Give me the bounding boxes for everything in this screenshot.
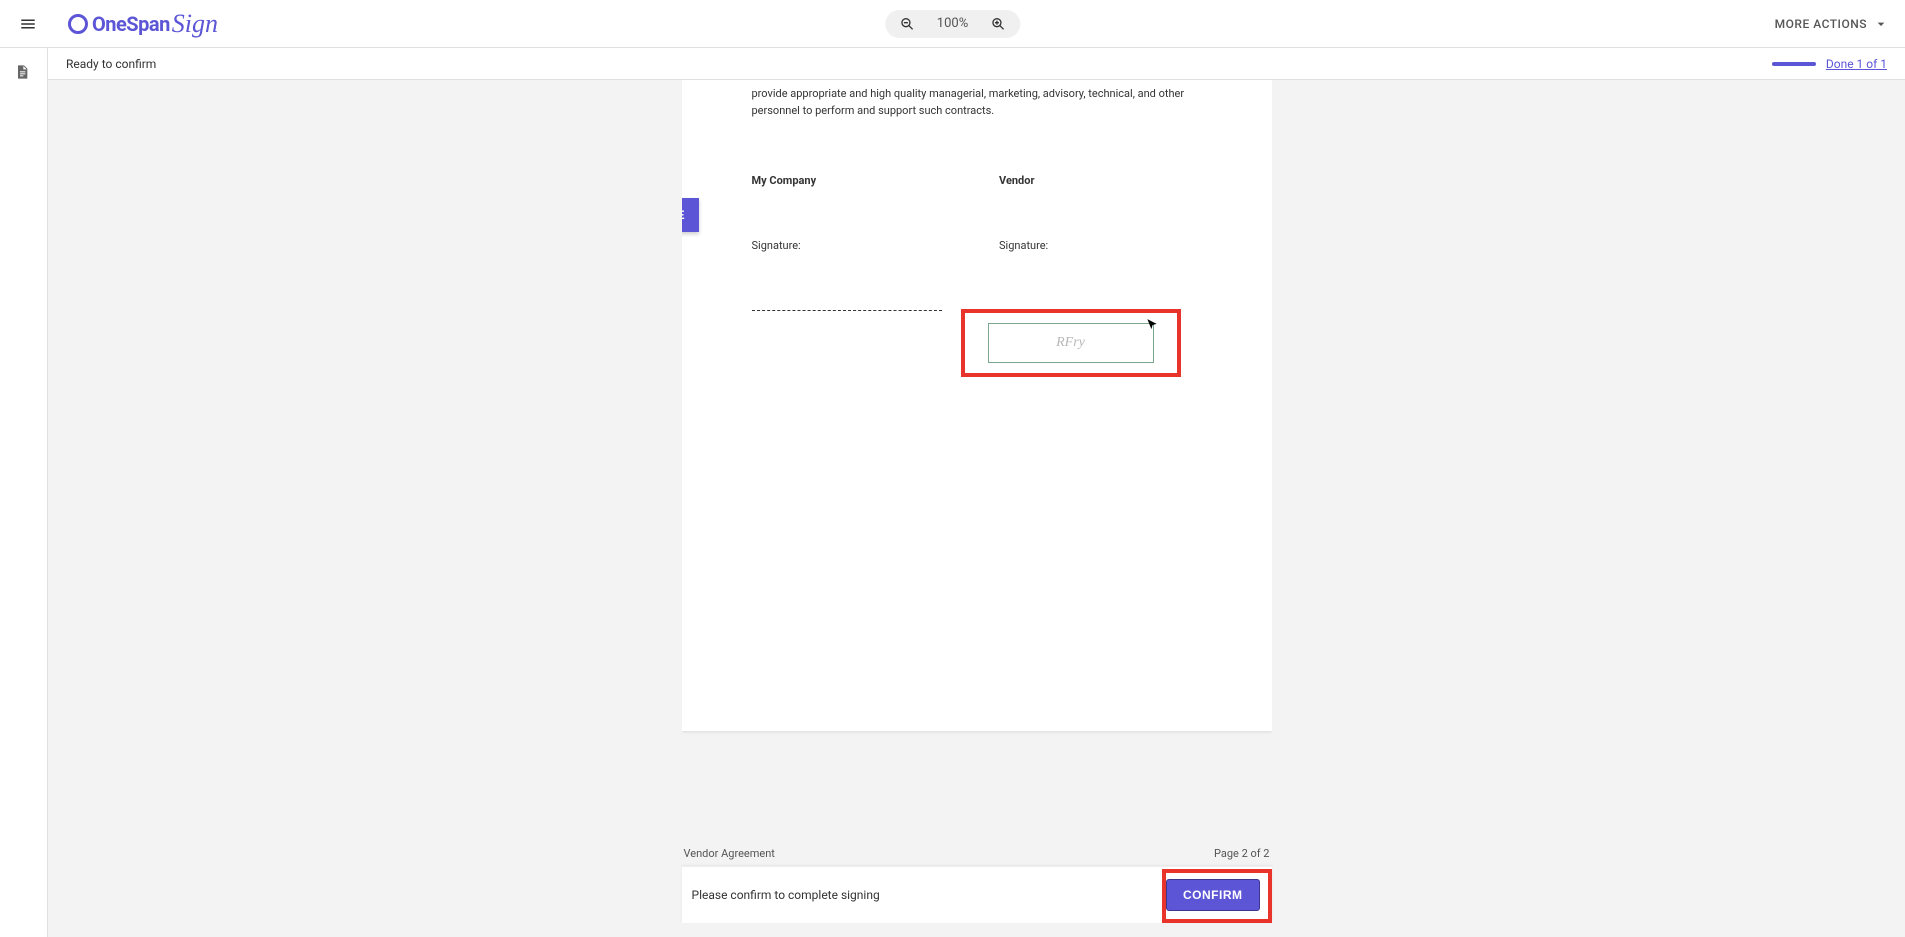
done-button[interactable]: DONE xyxy=(682,198,700,232)
status-bar: Ready to confirm Done 1 of 1 xyxy=(48,48,1905,80)
more-actions-label: MORE ACTIONS xyxy=(1775,17,1867,31)
footer-doc-name: Vendor Agreement xyxy=(684,847,775,860)
chevron-down-icon xyxy=(1873,16,1889,32)
vendor-heading: Vendor xyxy=(999,174,1202,187)
menu-icon[interactable] xyxy=(16,12,40,36)
company-signature-col: My Company Signature: xyxy=(752,174,955,311)
signature-scribble: RFry xyxy=(1056,335,1085,351)
signature-field[interactable]: RFry xyxy=(988,323,1154,363)
zoom-in-icon[interactable] xyxy=(988,14,1008,34)
logo-sign: Sign xyxy=(172,9,218,39)
main-content: DONE provide appropriate and high qualit… xyxy=(48,80,1905,937)
cursor-icon xyxy=(1145,318,1159,332)
company-signature-line xyxy=(752,310,942,311)
zoom-level: 100% xyxy=(937,16,968,31)
document-wrapper: DONE provide appropriate and high qualit… xyxy=(682,80,1272,937)
app-logo: OneSpan Sign xyxy=(68,8,218,40)
done-link[interactable]: Done 1 of 1 xyxy=(1826,57,1887,71)
logo-text: OneSpan xyxy=(92,12,170,36)
zoom-control: 100% xyxy=(885,10,1020,38)
status-text: Ready to confirm xyxy=(66,57,156,71)
signature-row: My Company Signature: Vendor Signature: xyxy=(752,174,1202,311)
top-header: OneSpan Sign 100% MORE ACTIONS xyxy=(0,0,1905,48)
done-button-label: DONE xyxy=(682,208,686,222)
footer-page-number: Page 2 of 2 xyxy=(1214,847,1270,860)
page-footer: Vendor Agreement Page 2 of 2 xyxy=(682,841,1272,866)
confirm-button[interactable]: CONFIRM xyxy=(1166,879,1260,911)
document-body-text: provide appropriate and high quality man… xyxy=(752,80,1202,119)
confirm-message: Please confirm to complete signing xyxy=(692,888,880,902)
vendor-signature-label: Signature: xyxy=(999,239,1202,252)
status-right: Done 1 of 1 xyxy=(1772,57,1887,71)
vendor-signature-col: Vendor Signature: xyxy=(999,174,1202,311)
document-page: DONE provide appropriate and high qualit… xyxy=(682,80,1272,731)
progress-bar xyxy=(1772,62,1816,66)
doc-scroll-area: DONE provide appropriate and high qualit… xyxy=(682,80,1272,866)
document-icon[interactable] xyxy=(14,62,34,82)
company-signature-label: Signature: xyxy=(752,239,955,252)
document-page-wrap: DONE provide appropriate and high qualit… xyxy=(682,80,1272,731)
company-heading: My Company xyxy=(752,174,955,187)
signature-highlight: RFry xyxy=(961,309,1181,377)
logo-circle-icon xyxy=(68,14,88,34)
more-actions-menu[interactable]: MORE ACTIONS xyxy=(1775,16,1889,32)
left-sidebar xyxy=(0,48,48,937)
zoom-out-icon[interactable] xyxy=(897,14,917,34)
confirm-bar: Please confirm to complete signing CONFI… xyxy=(682,866,1272,923)
